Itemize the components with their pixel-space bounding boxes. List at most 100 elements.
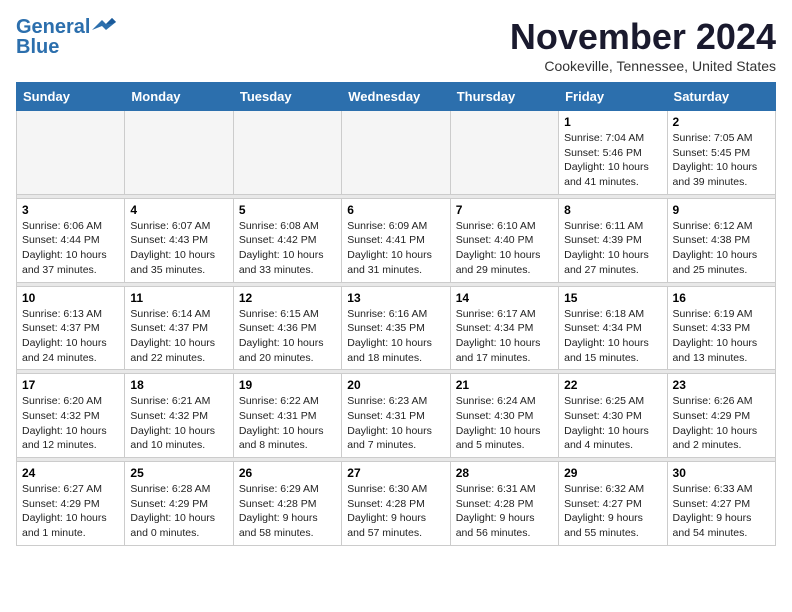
day-info: Sunrise: 6:24 AM Sunset: 4:30 PM Dayligh… bbox=[456, 394, 553, 453]
logo: General Blue bbox=[16, 16, 116, 58]
calendar-week-row: 3Sunrise: 6:06 AM Sunset: 4:44 PM Daylig… bbox=[17, 198, 776, 282]
day-info: Sunrise: 6:32 AM Sunset: 4:27 PM Dayligh… bbox=[564, 482, 661, 541]
calendar-week-row: 1 Sunrise: 7:04 AM Sunset: 5:46 PM Daylig… bbox=[17, 111, 776, 195]
day-info: Sunrise: 6:25 AM Sunset: 4:30 PM Dayligh… bbox=[564, 394, 661, 453]
day-info: Sunrise: 6:30 AM Sunset: 4:28 PM Dayligh… bbox=[347, 482, 444, 541]
table-row: 26Sunrise: 6:29 AM Sunset: 4:28 PM Dayli… bbox=[233, 462, 341, 546]
day-info: Sunrise: 6:29 AM Sunset: 4:28 PM Dayligh… bbox=[239, 482, 336, 541]
day-info: Sunrise: 6:15 AM Sunset: 4:36 PM Dayligh… bbox=[239, 307, 336, 366]
header-wednesday: Wednesday bbox=[342, 83, 450, 111]
day-number: 15 bbox=[564, 291, 661, 305]
logo-blue-text: Blue bbox=[16, 36, 59, 58]
calendar-table: Sunday Monday Tuesday Wednesday Thursday… bbox=[16, 82, 776, 546]
day-info: Sunrise: 6:12 AM Sunset: 4:38 PM Dayligh… bbox=[673, 219, 770, 278]
title-block: November 2024 Cookeville, Tennessee, Uni… bbox=[510, 16, 776, 74]
day-info: Sunrise: 6:07 AM Sunset: 4:43 PM Dayligh… bbox=[130, 219, 227, 278]
day-number: 20 bbox=[347, 378, 444, 392]
calendar-header-row: Sunday Monday Tuesday Wednesday Thursday… bbox=[17, 83, 776, 111]
day-number: 17 bbox=[22, 378, 119, 392]
table-row: 18 Sunrise: 6:21 AM Sunset: 4:32 PM Dayli… bbox=[125, 374, 233, 458]
day-info: Sunrise: 6:09 AM Sunset: 4:41 PM Dayligh… bbox=[347, 219, 444, 278]
day-info: Sunrise: 7:04 AM Sunset: 5:46 PM Dayligh… bbox=[564, 131, 661, 190]
day-info: Sunrise: 6:22 AM Sunset: 4:31 PM Dayligh… bbox=[239, 394, 336, 453]
day-number: 2 bbox=[673, 115, 770, 129]
table-row: 1 Sunrise: 7:04 AM Sunset: 5:46 PM Daylig… bbox=[559, 111, 667, 195]
table-row: 21 Sunrise: 6:24 AM Sunset: 4:30 PM Dayli… bbox=[450, 374, 558, 458]
logo-bird-icon bbox=[92, 16, 116, 34]
day-number: 1 bbox=[564, 115, 661, 129]
table-row: 4 Sunrise: 6:07 AM Sunset: 4:43 PM Daylig… bbox=[125, 198, 233, 282]
table-row: 22Sunrise: 6:25 AM Sunset: 4:30 PM Dayli… bbox=[559, 374, 667, 458]
table-row: 19 Sunrise: 6:22 AM Sunset: 4:31 PM Dayli… bbox=[233, 374, 341, 458]
table-row: 10 Sunrise: 6:13 AM Sunset: 4:37 PM Dayli… bbox=[17, 286, 125, 370]
day-number: 18 bbox=[130, 378, 227, 392]
table-row: 24 Sunrise: 6:27 AM Sunset: 4:29 PM Dayli… bbox=[17, 462, 125, 546]
calendar-week-row: 24 Sunrise: 6:27 AM Sunset: 4:29 PM Dayli… bbox=[17, 462, 776, 546]
day-info: Sunrise: 6:17 AM Sunset: 4:34 PM Dayligh… bbox=[456, 307, 553, 366]
day-info: Sunrise: 6:31 AM Sunset: 4:28 PM Dayligh… bbox=[456, 482, 553, 541]
day-number: 9 bbox=[673, 203, 770, 217]
table-row: 16 Sunrise: 6:19 AM Sunset: 4:33 PM Dayli… bbox=[667, 286, 775, 370]
month-title: November 2024 bbox=[510, 16, 776, 58]
table-row bbox=[450, 111, 558, 195]
day-info: Sunrise: 6:33 AM Sunset: 4:27 PM Dayligh… bbox=[673, 482, 770, 541]
table-row: 15 Sunrise: 6:18 AM Sunset: 4:34 PM Dayli… bbox=[559, 286, 667, 370]
day-info: Sunrise: 6:28 AM Sunset: 4:29 PM Dayligh… bbox=[130, 482, 227, 541]
day-number: 12 bbox=[239, 291, 336, 305]
table-row: 30Sunrise: 6:33 AM Sunset: 4:27 PM Dayli… bbox=[667, 462, 775, 546]
day-number: 27 bbox=[347, 466, 444, 480]
day-number: 19 bbox=[239, 378, 336, 392]
header-sunday: Sunday bbox=[17, 83, 125, 111]
day-info: Sunrise: 6:06 AM Sunset: 4:44 PM Dayligh… bbox=[22, 219, 119, 278]
day-number: 16 bbox=[673, 291, 770, 305]
day-number: 13 bbox=[347, 291, 444, 305]
day-info: Sunrise: 6:19 AM Sunset: 4:33 PM Dayligh… bbox=[673, 307, 770, 366]
day-info: Sunrise: 6:18 AM Sunset: 4:34 PM Dayligh… bbox=[564, 307, 661, 366]
day-number: 23 bbox=[673, 378, 770, 392]
day-info: Sunrise: 6:13 AM Sunset: 4:37 PM Dayligh… bbox=[22, 307, 119, 366]
day-info: Sunrise: 6:11 AM Sunset: 4:39 PM Dayligh… bbox=[564, 219, 661, 278]
day-number: 7 bbox=[456, 203, 553, 217]
table-row: 7 Sunrise: 6:10 AM Sunset: 4:40 PM Daylig… bbox=[450, 198, 558, 282]
day-number: 10 bbox=[22, 291, 119, 305]
table-row bbox=[125, 111, 233, 195]
header-friday: Friday bbox=[559, 83, 667, 111]
logo-text: General bbox=[16, 16, 90, 38]
day-number: 14 bbox=[456, 291, 553, 305]
calendar-week-row: 17 Sunrise: 6:20 AM Sunset: 4:32 PM Dayli… bbox=[17, 374, 776, 458]
table-row: 14 Sunrise: 6:17 AM Sunset: 4:34 PM Dayli… bbox=[450, 286, 558, 370]
day-info: Sunrise: 6:10 AM Sunset: 4:40 PM Dayligh… bbox=[456, 219, 553, 278]
day-number: 5 bbox=[239, 203, 336, 217]
table-row: 2 Sunrise: 7:05 AM Sunset: 5:45 PM Daylig… bbox=[667, 111, 775, 195]
calendar-week-row: 10 Sunrise: 6:13 AM Sunset: 4:37 PM Dayli… bbox=[17, 286, 776, 370]
table-row: 8 Sunrise: 6:11 AM Sunset: 4:39 PM Daylig… bbox=[559, 198, 667, 282]
header-tuesday: Tuesday bbox=[233, 83, 341, 111]
day-info: Sunrise: 6:27 AM Sunset: 4:29 PM Dayligh… bbox=[22, 482, 119, 541]
table-row: 28 Sunrise: 6:31 AM Sunset: 4:28 PM Dayli… bbox=[450, 462, 558, 546]
table-row: 25 Sunrise: 6:28 AM Sunset: 4:29 PM Dayli… bbox=[125, 462, 233, 546]
day-info: Sunrise: 6:26 AM Sunset: 4:29 PM Dayligh… bbox=[673, 394, 770, 453]
day-number: 28 bbox=[456, 466, 553, 480]
day-info: Sunrise: 6:14 AM Sunset: 4:37 PM Dayligh… bbox=[130, 307, 227, 366]
day-number: 8 bbox=[564, 203, 661, 217]
table-row: 17 Sunrise: 6:20 AM Sunset: 4:32 PM Dayli… bbox=[17, 374, 125, 458]
table-row bbox=[233, 111, 341, 195]
day-info: Sunrise: 6:20 AM Sunset: 4:32 PM Dayligh… bbox=[22, 394, 119, 453]
day-info: Sunrise: 7:05 AM Sunset: 5:45 PM Dayligh… bbox=[673, 131, 770, 190]
day-info: Sunrise: 6:08 AM Sunset: 4:42 PM Dayligh… bbox=[239, 219, 336, 278]
day-number: 4 bbox=[130, 203, 227, 217]
table-row: 12 Sunrise: 6:15 AM Sunset: 4:36 PM Dayli… bbox=[233, 286, 341, 370]
table-row bbox=[342, 111, 450, 195]
day-info: Sunrise: 6:16 AM Sunset: 4:35 PM Dayligh… bbox=[347, 307, 444, 366]
day-number: 21 bbox=[456, 378, 553, 392]
table-row: 27 Sunrise: 6:30 AM Sunset: 4:28 PM Dayli… bbox=[342, 462, 450, 546]
header-thursday: Thursday bbox=[450, 83, 558, 111]
table-row: 23 Sunrise: 6:26 AM Sunset: 4:29 PM Dayli… bbox=[667, 374, 775, 458]
day-number: 25 bbox=[130, 466, 227, 480]
day-number: 29 bbox=[564, 466, 661, 480]
day-number: 24 bbox=[22, 466, 119, 480]
location-text: Cookeville, Tennessee, United States bbox=[510, 58, 776, 74]
day-info: Sunrise: 6:21 AM Sunset: 4:32 PM Dayligh… bbox=[130, 394, 227, 453]
day-info: Sunrise: 6:23 AM Sunset: 4:31 PM Dayligh… bbox=[347, 394, 444, 453]
table-row: 5 Sunrise: 6:08 AM Sunset: 4:42 PM Daylig… bbox=[233, 198, 341, 282]
